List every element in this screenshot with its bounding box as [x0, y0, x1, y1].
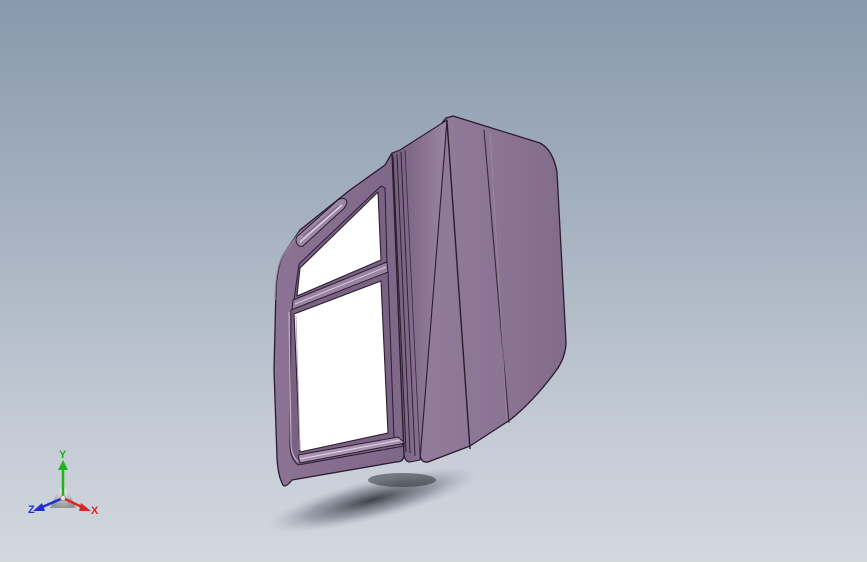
- triad-y-arrow: [58, 460, 68, 470]
- view-orientation-triad: Y Z X: [24, 446, 104, 526]
- triad-x-label: X: [91, 505, 99, 517]
- triad-z-label: Z: [28, 504, 35, 516]
- triad-x-arrow: [79, 503, 91, 511]
- graphics-viewport[interactable]: Y Z X: [0, 0, 867, 562]
- triad-origin: [60, 495, 66, 501]
- door-panel-model[interactable]: [0, 0, 867, 562]
- ground-shadow-core: [368, 473, 436, 487]
- triad-y-label: Y: [59, 449, 67, 461]
